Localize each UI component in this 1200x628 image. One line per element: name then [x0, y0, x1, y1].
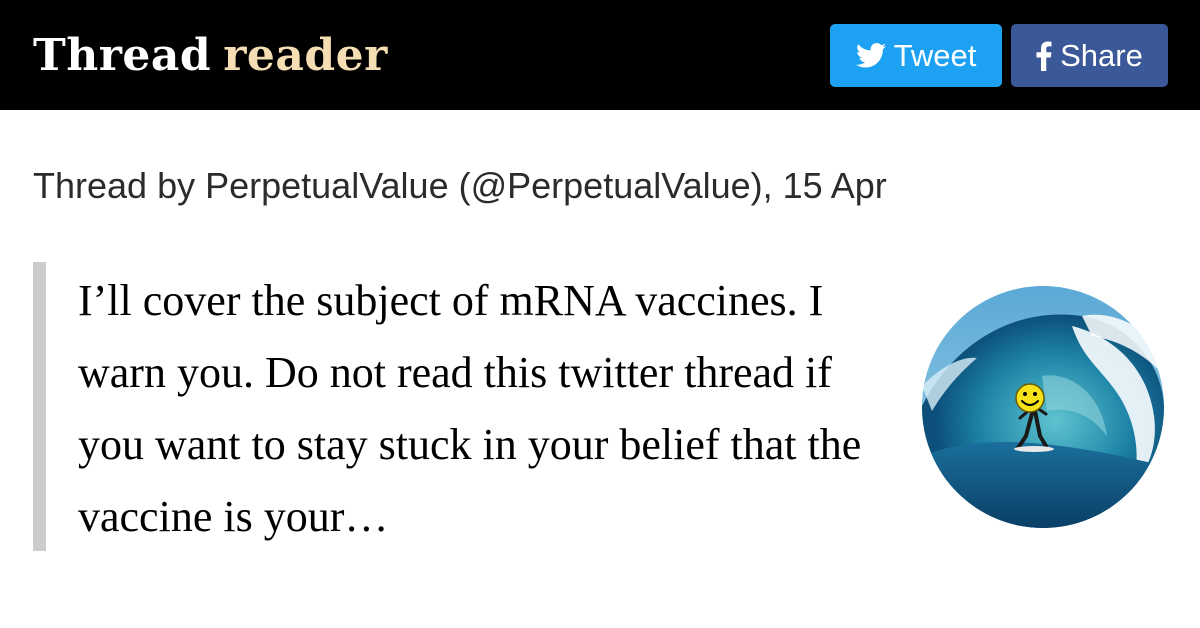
top-bar: Thread reader Tweet Share — [0, 0, 1200, 110]
share-button-label: Share — [1060, 37, 1143, 73]
facebook-f-icon — [1036, 40, 1052, 71]
logo-text-thread: Thread — [33, 30, 212, 81]
thread-meta: Thread by PerpetualValue (@PerpetualValu… — [33, 165, 887, 206]
logo-text-reader: reader — [223, 30, 388, 81]
threadreader-logo[interactable]: Thread reader — [33, 28, 388, 84]
twitter-bird-icon — [855, 43, 886, 68]
tweet-button-label: Tweet — [893, 37, 977, 73]
avatar — [922, 286, 1164, 528]
quote-bar — [33, 262, 46, 551]
tweet-button[interactable]: Tweet — [830, 24, 1002, 87]
share-button[interactable]: Share — [1011, 24, 1168, 87]
thread-excerpt: I’ll cover the subject of mRNA vaccines.… — [78, 276, 862, 541]
wave-surfer-smiley-avatar-icon — [922, 286, 1164, 528]
